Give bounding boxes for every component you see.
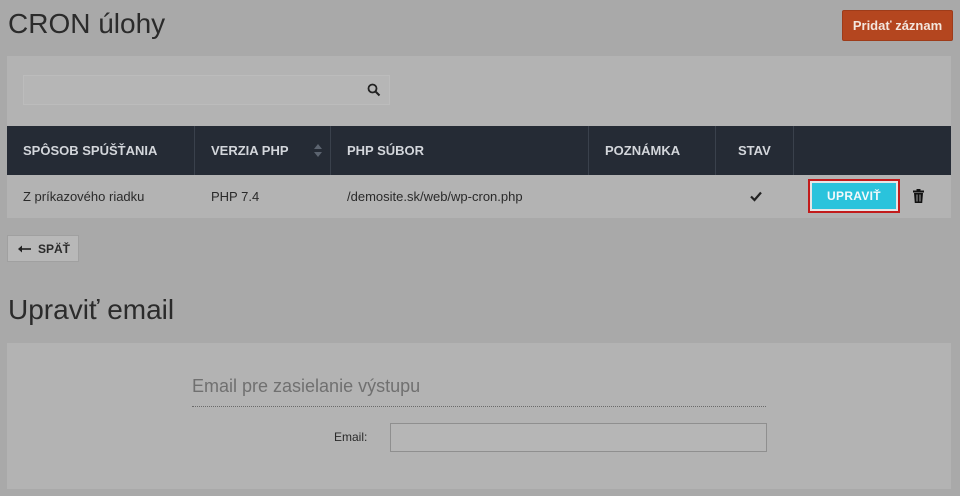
cell-php-version: PHP 7.4: [211, 189, 260, 204]
back-button-label: SPÄŤ: [38, 241, 71, 256]
page-title: CRON úlohy: [8, 8, 166, 39]
add-record-button[interactable]: Pridať záznam: [842, 10, 953, 41]
column-header-mode[interactable]: SPÔSOB SPÚŠŤANIA: [7, 126, 195, 175]
cell-mode: Z príkazového riadku: [23, 189, 145, 204]
cell-php-file: /demosite.sk/web/wp-cron.php: [347, 189, 523, 204]
column-header-note[interactable]: POZNÁMKA: [589, 126, 716, 175]
column-header-php-file[interactable]: PHP SÚBOR: [331, 126, 589, 175]
table-row: Z príkazového riadku PHP 7.4 /demosite.s…: [7, 176, 951, 217]
email-label: Email:: [334, 430, 368, 444]
table-header: SPÔSOB SPÚŠŤANIA VERZIA PHP PHP SÚBOR PO…: [7, 126, 951, 175]
trash-icon[interactable]: [913, 189, 924, 203]
email-field[interactable]: [390, 423, 767, 452]
column-header-php-version-label: VERZIA PHP: [211, 143, 289, 158]
check-icon: [750, 191, 762, 202]
cell-note: [589, 176, 716, 217]
edit-button[interactable]: UPRAVIŤ: [808, 179, 900, 213]
back-button[interactable]: SPÄŤ: [7, 235, 79, 262]
email-legend: Email pre zasielanie výstupu: [192, 376, 766, 407]
column-header-actions: [794, 126, 951, 175]
column-header-php-version[interactable]: VERZIA PHP: [195, 126, 331, 175]
search-input[interactable]: [24, 76, 356, 104]
section-title: Upraviť email: [8, 294, 175, 325]
sort-icon[interactable]: [314, 144, 322, 157]
column-header-status[interactable]: STAV: [716, 126, 794, 175]
arrow-left-icon: [18, 245, 31, 252]
search-box: [23, 75, 390, 105]
search-icon[interactable]: [367, 83, 381, 97]
email-panel: [7, 343, 951, 489]
